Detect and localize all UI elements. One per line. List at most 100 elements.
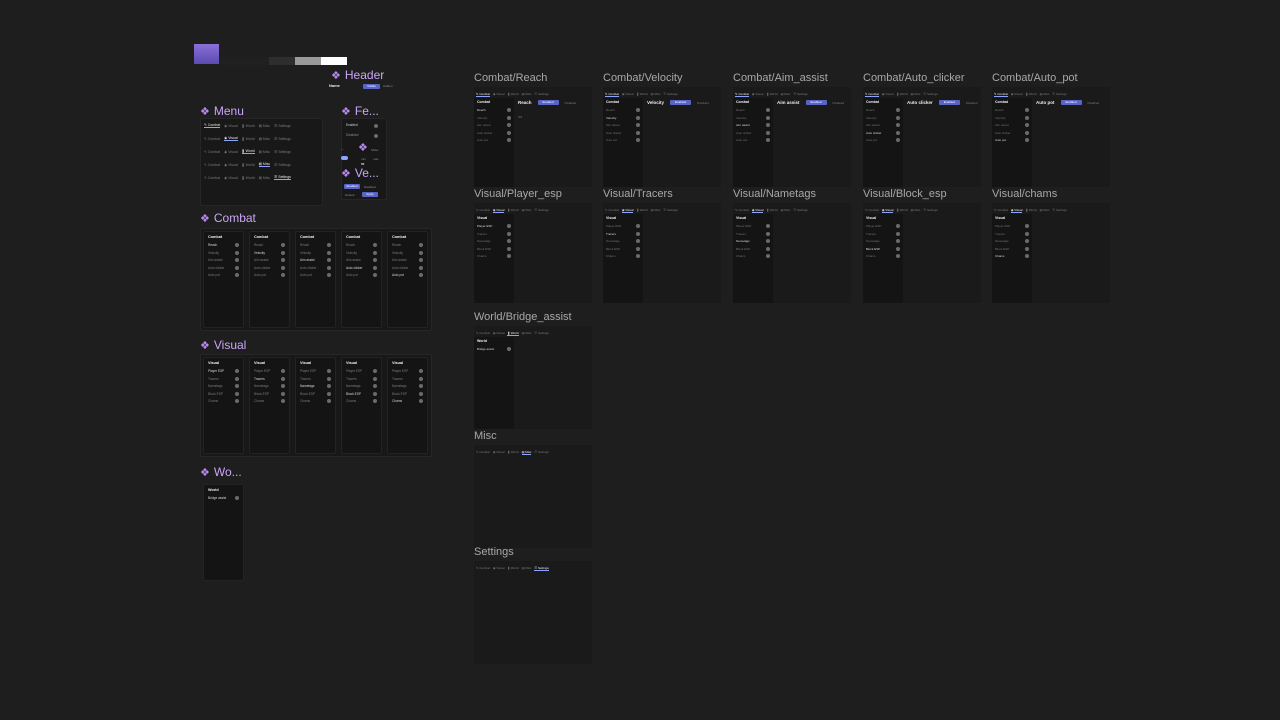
toggle-dot[interactable] [1025, 108, 1029, 112]
sidebar-item[interactable]: Auto clicker [477, 131, 493, 135]
tab-misc[interactable]: ▤ Misc [781, 208, 791, 213]
toggle-dot[interactable] [373, 384, 377, 388]
tab-misc[interactable]: ▤ Misc [522, 208, 532, 213]
toggle-dot[interactable] [327, 265, 331, 270]
toggle-dot[interactable] [636, 130, 640, 135]
tab-combat[interactable]: ✎ Combat [735, 208, 749, 213]
sidebar-item[interactable]: Auto pot [866, 138, 877, 142]
tab-settings[interactable]: ☰ Settings [663, 208, 677, 213]
toggle-dot[interactable] [327, 369, 331, 373]
sidebar-item[interactable]: Nametags [736, 239, 750, 243]
toggle-dot[interactable] [327, 399, 331, 403]
toggle-dot[interactable] [373, 265, 377, 270]
toggle-dot[interactable] [766, 231, 770, 236]
tab-combat[interactable]: ✎ Combat [204, 176, 220, 180]
sidebar-item[interactable]: Auto clicker [866, 131, 882, 135]
toggle-dot[interactable] [1025, 224, 1029, 228]
tab-misc[interactable]: ▤ Misc [781, 92, 791, 97]
sidebar-item[interactable]: Nametags [606, 239, 620, 243]
sidebar-item[interactable]: Velocity [995, 116, 1005, 120]
toggle-dot[interactable] [766, 246, 770, 251]
toggle-dot[interactable] [636, 138, 640, 142]
tab-settings[interactable]: ☰ Settings [274, 137, 291, 141]
sidebar-item[interactable]: Aim assist [208, 258, 223, 262]
sidebar-item[interactable]: Aim assist [300, 258, 315, 262]
sidebar-item[interactable]: Auto pot [477, 138, 488, 142]
sidebar-item[interactable]: Player ESP [477, 224, 492, 228]
toggle-dot[interactable] [896, 115, 900, 120]
tab-visual[interactable]: ◉ Visual [621, 208, 634, 213]
tab-world[interactable]: ❚ World [507, 566, 518, 571]
tab-world[interactable]: ❚ World [507, 450, 518, 455]
tab-misc[interactable]: ▤ Misc [522, 331, 532, 336]
tab-misc[interactable]: ▤ Misc [522, 92, 532, 97]
toggle-dot[interactable] [507, 108, 511, 112]
sidebar-item[interactable]: Aim assist [477, 123, 491, 127]
toggle-dot[interactable] [281, 265, 285, 270]
sidebar-item[interactable]: Nametags [254, 384, 269, 388]
sidebar-item[interactable]: Velocity [606, 116, 616, 120]
tab-visual[interactable]: ◉ Visual [224, 124, 238, 128]
toggle-dot[interactable] [636, 231, 640, 236]
toggle-dot[interactable] [281, 384, 285, 388]
sidebar-item[interactable]: Chams [477, 254, 487, 258]
sidebar-item[interactable]: Reach [208, 243, 217, 247]
toggle-dot[interactable] [419, 250, 423, 255]
toggle-dot[interactable] [636, 239, 640, 243]
toggle-dot[interactable] [373, 243, 377, 247]
values-apply-button[interactable]: Apply [362, 192, 378, 197]
sidebar-item[interactable]: Auto clicker [606, 131, 622, 135]
tab-settings[interactable]: ☰ Settings [793, 92, 807, 97]
tab-combat[interactable]: ✎ Combat [476, 92, 490, 97]
tab-combat[interactable]: ✎ Combat [204, 123, 221, 128]
toggle-dot[interactable] [1025, 254, 1029, 258]
tab-visual[interactable]: ◉ Visual [1011, 92, 1023, 97]
tab-combat[interactable]: ✎ Combat [204, 150, 220, 154]
toggle-dot[interactable] [507, 138, 511, 142]
sidebar-item[interactable]: Auto clicker [208, 266, 224, 270]
tab-misc[interactable]: ▤ Misc [522, 566, 532, 571]
toggle-dot[interactable] [419, 391, 423, 396]
toggle-dot[interactable] [235, 258, 239, 262]
toggle-dot[interactable] [896, 231, 900, 236]
values-default-button[interactable]: Default [345, 193, 355, 197]
toggle-dot[interactable] [327, 273, 331, 277]
tab-misc[interactable]: ▤ Misc [259, 137, 270, 141]
sidebar-item[interactable]: Auto pot [208, 273, 220, 277]
tab-misc[interactable]: ▤ Misc [1040, 208, 1050, 213]
sidebar-item[interactable]: Nametags [392, 384, 407, 388]
toggle-dot[interactable] [766, 123, 770, 127]
sidebar-item[interactable]: Player ESP [995, 224, 1010, 228]
sidebar-item[interactable]: Reach [300, 243, 309, 247]
sidebar-item[interactable]: Block ESP [477, 247, 491, 251]
sidebar-item[interactable]: Nametags [866, 239, 880, 243]
tab-world[interactable]: ❚ World [896, 92, 907, 97]
tab-visual[interactable]: ◉ Visual [224, 176, 238, 180]
tab-visual[interactable]: ◉ Visual [493, 92, 505, 97]
tab-combat[interactable]: ✎ Combat [476, 331, 490, 336]
tab-visual[interactable]: ◉ Visual [493, 331, 505, 336]
toggle-dot[interactable] [327, 243, 331, 247]
sidebar-item[interactable]: Nametags [300, 384, 315, 388]
sidebar-item[interactable]: Auto clicker [300, 266, 316, 270]
tab-misc[interactable]: ▤ Misc [911, 208, 921, 213]
sidebar-item[interactable]: Reach [995, 108, 1004, 112]
sidebar-item[interactable]: Block ESP [346, 392, 361, 396]
tab-world[interactable]: ❚ World [766, 92, 777, 97]
toggle-dot[interactable] [419, 384, 423, 388]
tab-world[interactable]: ❚ World [242, 163, 255, 167]
tab-visual[interactable]: ◉ Visual [493, 566, 505, 571]
toggle-dot[interactable] [235, 243, 239, 247]
tab-misc[interactable]: ▤ Misc [259, 124, 270, 128]
tab-misc[interactable]: ▤ Misc [651, 92, 661, 97]
toggle-dot[interactable] [896, 138, 900, 142]
enabled-button[interactable]: Enabled [537, 100, 559, 105]
tab-visual[interactable]: ◉ Visual [493, 450, 505, 455]
sidebar-item[interactable]: Player ESP [254, 369, 270, 373]
sidebar-item[interactable]: Tracers [736, 232, 746, 236]
toggle-dot[interactable] [373, 391, 377, 396]
toggle-dot[interactable] [373, 258, 377, 262]
toggle-dot[interactable] [636, 123, 640, 127]
toggle-dot[interactable] [419, 369, 423, 373]
sidebar-item[interactable]: Aim assist [995, 123, 1009, 127]
